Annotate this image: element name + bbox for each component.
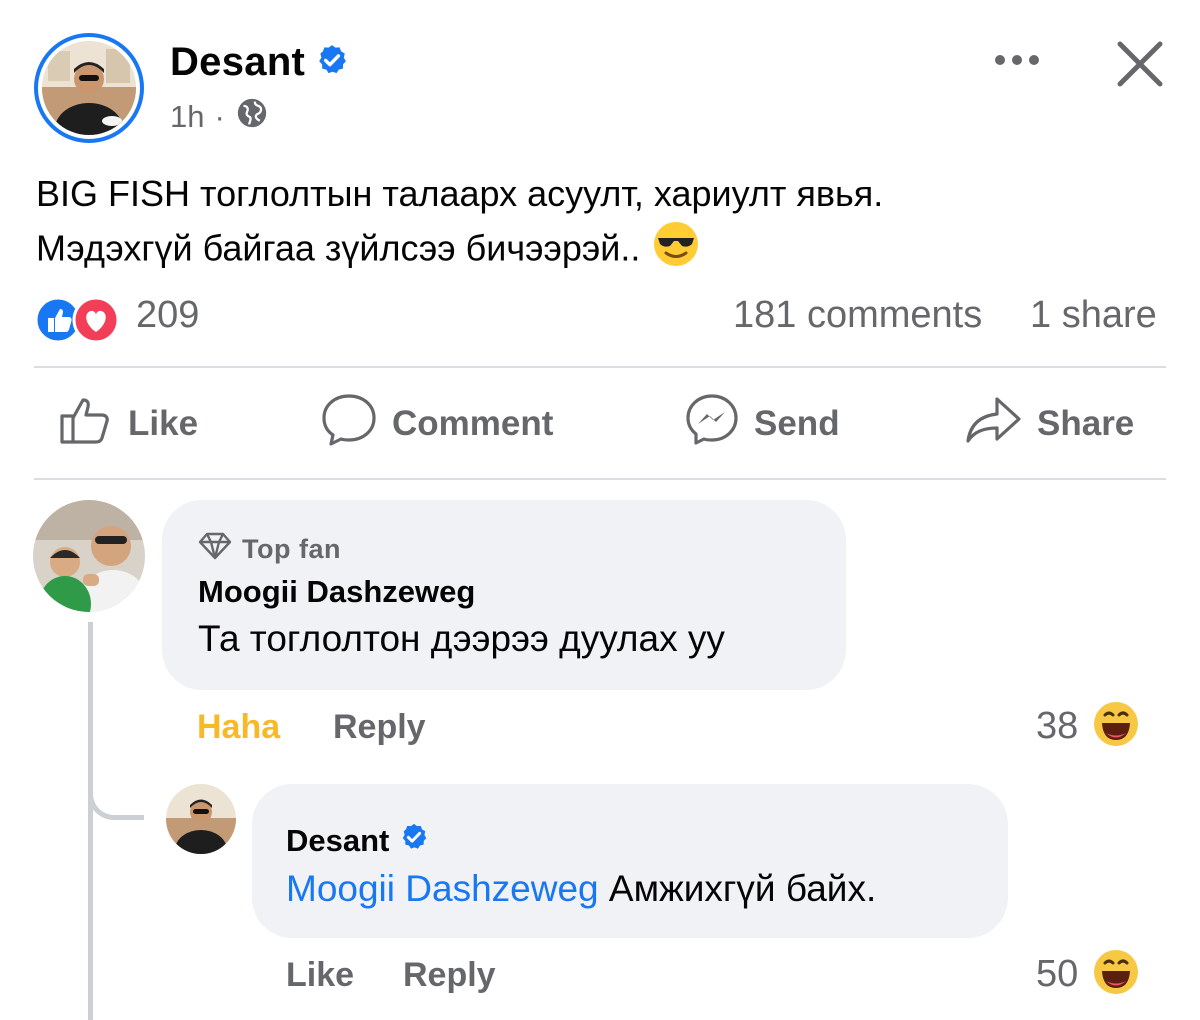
reply-mention[interactable]: Moogii Dashzeweg bbox=[286, 868, 599, 909]
like-label: Like bbox=[128, 404, 199, 443]
share-label: Share bbox=[1037, 404, 1135, 443]
love-reaction-icon bbox=[72, 296, 120, 349]
author-avatar[interactable] bbox=[34, 33, 144, 143]
globe-icon bbox=[235, 96, 269, 138]
post-text-line2: Мэдэхгүй байгаа зүйлсээ бичээрэй.. bbox=[36, 227, 641, 269]
comment-bubble: Top fan Moogii Dashzeweg Та тоглолтон дэ… bbox=[162, 500, 846, 690]
meta-separator: · bbox=[214, 99, 225, 134]
close-button[interactable] bbox=[1112, 36, 1168, 92]
send-button[interactable]: Send bbox=[684, 392, 840, 457]
reply-author-avatar[interactable] bbox=[166, 784, 236, 854]
top-fan-label: Top fan bbox=[242, 534, 341, 564]
reply-like-button[interactable]: Like bbox=[286, 956, 354, 995]
comment-reaction-count: 38 bbox=[1036, 705, 1079, 747]
verified-badge-icon bbox=[399, 822, 429, 860]
comment-reaction-summary[interactable]: 38 bbox=[1036, 700, 1140, 753]
divider-bottom bbox=[34, 478, 1166, 480]
cool-emoji-icon bbox=[652, 220, 700, 282]
post-author-name[interactable]: Desant bbox=[170, 40, 305, 84]
verified-badge-icon bbox=[315, 42, 349, 87]
share-button[interactable]: Share bbox=[965, 394, 1134, 454]
comment-text: Та тоглолтон дээрээ дуулах уу bbox=[198, 618, 725, 659]
reply-text: Амжихгүй байх. bbox=[608, 868, 877, 909]
reply-reply-button[interactable]: Reply bbox=[403, 956, 496, 995]
reply-text-row: Moogii Dashzeweg Амжихгүй байх. bbox=[286, 868, 876, 910]
haha-icon bbox=[1092, 948, 1140, 1001]
comment-button[interactable]: Comment bbox=[320, 393, 554, 454]
haha-reaction-button[interactable]: Haha bbox=[197, 708, 280, 747]
thread-line bbox=[88, 622, 93, 1020]
more-options-button[interactable] bbox=[990, 42, 1044, 82]
messenger-icon bbox=[684, 392, 740, 457]
reaction-icons[interactable] bbox=[34, 296, 120, 349]
post-author[interactable]: Desant bbox=[170, 40, 349, 87]
thread-branch bbox=[88, 770, 144, 820]
haha-icon bbox=[1092, 700, 1140, 753]
reply-bubble: Desant Moogii Dashzeweg Амжихгүй байх. bbox=[252, 784, 1008, 938]
reply-author[interactable]: Desant bbox=[286, 823, 389, 859]
like-button[interactable]: Like bbox=[58, 394, 198, 454]
reply-button[interactable]: Reply bbox=[333, 708, 426, 747]
like-icon bbox=[58, 392, 114, 457]
top-fan-badge: Top fan bbox=[198, 532, 341, 567]
post-meta: 1h · bbox=[170, 96, 269, 138]
reply-reaction-count: 50 bbox=[1036, 953, 1079, 995]
post-reaction-count[interactable]: 209 bbox=[136, 294, 199, 337]
share-icon bbox=[965, 395, 1023, 454]
comment-label: Comment bbox=[392, 404, 554, 443]
post-time[interactable]: 1h bbox=[170, 99, 204, 135]
more-icon bbox=[994, 53, 1040, 71]
divider-top bbox=[34, 366, 1166, 368]
commenter-avatar[interactable] bbox=[33, 500, 145, 612]
reply-reaction-summary[interactable]: 50 bbox=[1036, 948, 1140, 1001]
reply-author-row: Desant bbox=[286, 822, 429, 860]
avatar-photo bbox=[42, 41, 136, 135]
post-text: BIG FISH тоглолтын талаарх асуулт, хариу… bbox=[36, 168, 1156, 282]
comment-author[interactable]: Moogii Dashzeweg bbox=[198, 574, 475, 610]
send-label: Send bbox=[754, 404, 840, 443]
post-comment-count[interactable]: 181 comments bbox=[733, 294, 982, 337]
close-icon bbox=[1112, 41, 1168, 96]
diamond-icon bbox=[198, 532, 232, 567]
post-share-count[interactable]: 1 share bbox=[1030, 294, 1157, 337]
comment-icon bbox=[320, 391, 378, 458]
post-text-line1: BIG FISH тоглолтын талаарх асуулт, хариу… bbox=[36, 173, 884, 214]
